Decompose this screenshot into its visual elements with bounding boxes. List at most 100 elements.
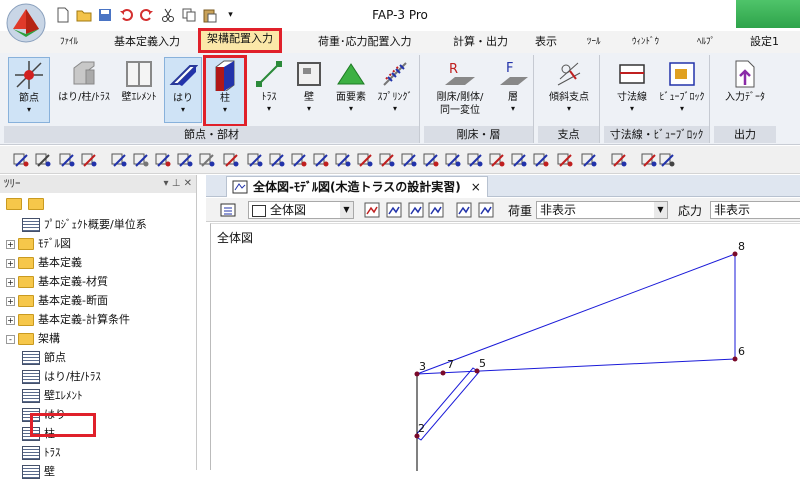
menu-window[interactable]: ｳｨﾝﾄﾞｳ xyxy=(632,31,659,53)
toolbar-tool-icon[interactable] xyxy=(110,151,128,169)
toolbar-tool-icon[interactable] xyxy=(176,151,194,169)
tree-item[interactable]: 壁ｴﾚﾒﾝﾄ xyxy=(22,386,83,405)
member-line[interactable] xyxy=(416,358,736,375)
floor-layer-button[interactable]: F 層 ▾ xyxy=(496,57,530,123)
new-file-icon[interactable] xyxy=(54,7,71,23)
toolbar-tool-icon[interactable] xyxy=(422,151,440,169)
toolbar-tool-icon[interactable] xyxy=(268,151,286,169)
undo-icon[interactable] xyxy=(117,7,134,23)
toolbar-tool-icon[interactable] xyxy=(154,151,172,169)
toolbar-tool-icon[interactable] xyxy=(312,151,330,169)
expand-icon[interactable]: + xyxy=(6,296,15,306)
node-button[interactable]: 節点 ▾ xyxy=(8,57,50,123)
tree-item[interactable]: 節点 xyxy=(22,348,66,367)
toolbar-tool-icon[interactable] xyxy=(556,151,574,169)
tree-item[interactable]: ﾄﾗｽ xyxy=(22,443,61,462)
chevron-down-icon[interactable]: ▼ xyxy=(340,202,353,218)
toolbar-tool-icon[interactable] xyxy=(222,151,240,169)
column-button[interactable]: 柱 ▾ xyxy=(203,55,247,127)
folder-icon[interactable] xyxy=(6,198,22,210)
open-folder-icon[interactable] xyxy=(75,7,92,23)
save-icon[interactable] xyxy=(96,7,113,23)
menu-file[interactable]: ﾌｧｲﾙ xyxy=(60,31,78,53)
node-point[interactable] xyxy=(732,251,738,257)
view-block-button[interactable]: ﾋﾞｭｰﾌﾞﾛｯｸ ▾ xyxy=(656,57,708,123)
view-tool-icon[interactable] xyxy=(386,202,402,218)
expand-icon[interactable]: + xyxy=(6,239,15,249)
toolbar-tool-icon[interactable] xyxy=(12,151,30,169)
toolbar-tool-icon[interactable] xyxy=(466,151,484,169)
beam-column-truss-button[interactable]: はり/柱/ﾄﾗｽ xyxy=(54,57,114,123)
member-line[interactable] xyxy=(416,253,736,375)
menu-load-stress[interactable]: 荷重･応力配置入力 xyxy=(318,31,412,53)
model-drawing[interactable]: 2 3 5 6 7 8 xyxy=(211,224,800,471)
model-canvas[interactable]: 全体図 2 3 5 6 7 8 xyxy=(210,223,800,471)
node-point[interactable] xyxy=(440,370,446,376)
menu-view[interactable]: 表示 xyxy=(535,31,557,53)
toolbar-tool-icon[interactable] xyxy=(400,151,418,169)
input-data-button[interactable]: 入力ﾃﾞｰﾀ xyxy=(718,57,772,123)
tree-item[interactable]: ﾌﾟﾛｼﾞｪｸﾄ概要/単位系 xyxy=(22,215,147,234)
menu-calc-output[interactable]: 計算・出力 xyxy=(453,31,508,53)
toolbar-tool-icon[interactable] xyxy=(378,151,396,169)
copy-icon[interactable] xyxy=(180,7,197,23)
toolbar-tool-icon[interactable] xyxy=(610,151,628,169)
view-tool-icon[interactable] xyxy=(408,202,424,218)
beam-button[interactable]: はり ▾ xyxy=(164,57,202,123)
menu-settings1[interactable]: 設定1 xyxy=(750,31,779,53)
toolbar-tool-icon[interactable] xyxy=(34,151,52,169)
toolbar-tool-icon[interactable] xyxy=(80,151,98,169)
qat-customize-icon[interactable]: ▾ xyxy=(222,7,239,23)
app-logo-icon[interactable] xyxy=(6,3,46,43)
tree-item[interactable]: + 基本定義-計算条件 xyxy=(6,310,130,329)
node-point[interactable] xyxy=(732,356,738,362)
view-tool-icon[interactable] xyxy=(428,202,444,218)
menu-help[interactable]: ﾍﾙﾌﾟ xyxy=(697,31,715,53)
toolbar-tool-icon[interactable] xyxy=(532,151,550,169)
panel-pin-close-icon[interactable]: ▾ ⊥ ✕ xyxy=(164,175,192,193)
toolbar-tool-icon[interactable] xyxy=(356,151,374,169)
menu-frame-placement[interactable]: 架構配置入力 xyxy=(198,28,282,53)
inclined-support-button[interactable]: 傾斜支点 ▾ xyxy=(542,57,596,123)
redo-icon[interactable] xyxy=(138,7,155,23)
toolbar-tool-icon[interactable] xyxy=(658,151,676,169)
chevron-down-icon[interactable]: ▼ xyxy=(654,202,667,218)
window-controls[interactable] xyxy=(736,0,800,28)
surface-element-button[interactable]: 面要素 ▾ xyxy=(330,57,372,123)
tree-item[interactable]: + 基本定義-材質 xyxy=(6,272,108,291)
toolbar-tool-icon[interactable] xyxy=(334,151,352,169)
load-select[interactable]: 非表示 ▼ xyxy=(536,201,668,219)
toolbar-tool-icon[interactable] xyxy=(132,151,150,169)
wall-element-button[interactable]: 壁ｴﾚﾒﾝﾄ xyxy=(116,57,162,123)
expand-icon[interactable]: + xyxy=(6,315,15,325)
menu-tools[interactable]: ﾂｰﾙ xyxy=(587,31,601,53)
tree-item[interactable]: 壁 xyxy=(22,462,55,481)
spring-button[interactable]: ｽﾌﾟﾘﾝｸﾞ ▾ xyxy=(374,57,416,123)
toolbar-tool-icon[interactable] xyxy=(580,151,598,169)
view-select[interactable]: 全体図 ▼ xyxy=(248,201,354,219)
expand-icon[interactable]: + xyxy=(6,258,15,268)
cut-icon[interactable] xyxy=(159,7,176,23)
folder-open-icon[interactable] xyxy=(28,198,44,210)
toolbar-tool-icon[interactable] xyxy=(198,151,216,169)
close-icon[interactable]: × xyxy=(471,180,481,194)
toolbar-tool-icon[interactable] xyxy=(290,151,308,169)
tree-item[interactable]: + 基本定義-断面 xyxy=(6,291,108,310)
menu-basic-definition[interactable]: 基本定義入力 xyxy=(114,31,180,53)
tree-item[interactable]: はり/柱/ﾄﾗｽ xyxy=(22,367,101,386)
collapse-icon[interactable]: - xyxy=(6,334,15,344)
stress-select[interactable]: 非表示 xyxy=(710,201,800,219)
view-tool-icon[interactable] xyxy=(456,202,472,218)
truss-button[interactable]: ﾄﾗｽ ▾ xyxy=(251,57,287,123)
tree-item[interactable]: + ﾓﾃﾞﾙ図 xyxy=(6,234,71,253)
tree-item[interactable]: + 基本定義 xyxy=(6,253,82,272)
rigid-floor-button[interactable]: R 剛床/剛体/ 同一変位 xyxy=(428,57,492,123)
toolbar-tool-icon[interactable] xyxy=(488,151,506,169)
view-tool-icon[interactable] xyxy=(478,202,494,218)
paste-icon[interactable] xyxy=(201,7,218,23)
toolbar-tool-icon[interactable] xyxy=(58,151,76,169)
tree-item[interactable]: - 架構 xyxy=(6,329,60,348)
dimension-line-button[interactable]: 寸法線 ▾ xyxy=(610,57,654,123)
wall-button[interactable]: 壁 ▾ xyxy=(293,57,325,123)
toolbar-tool-icon[interactable] xyxy=(510,151,528,169)
